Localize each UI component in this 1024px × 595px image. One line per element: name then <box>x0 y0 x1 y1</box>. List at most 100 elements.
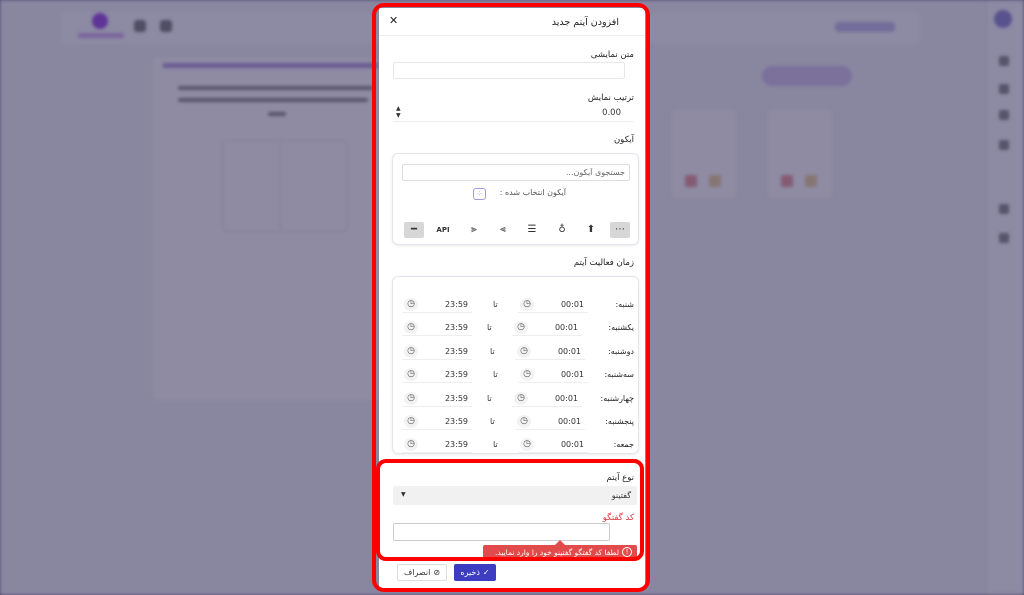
to-label: تا <box>487 323 492 333</box>
from-time-input[interactable]: ◷ 00:01 <box>512 390 582 407</box>
align-right-icon[interactable]: ⫸ <box>464 222 484 238</box>
schedule-row: چهارشنبه: ◷ 00:01 تا ◷ 23:59 <box>393 390 640 408</box>
clock-icon[interactable]: ◷ <box>404 344 418 358</box>
chat-code-error-text: لطفا کد گفتگو گفتینو خود را وارد نمایید. <box>495 548 619 557</box>
item-type-select[interactable]: ▼ گفتینو <box>393 486 637 505</box>
api-icon[interactable]: API <box>433 222 453 238</box>
bulb-icon[interactable]: ♁ <box>552 222 572 238</box>
from-time-input[interactable]: ◷ 00:01 <box>515 413 585 430</box>
to-time-value: 23:59 <box>444 323 468 333</box>
clock-icon[interactable]: ◷ <box>514 391 528 405</box>
day-label: سه‌شنبه: <box>604 370 634 380</box>
clock-icon[interactable]: ◷ <box>404 391 418 405</box>
from-time-input[interactable]: ◷ 00:01 <box>515 343 585 360</box>
schedule-row: پنجشنبه: ◷ 00:01 تا ◷ 23:59 <box>393 413 640 431</box>
icon-grid: ⋯ ⬆ ♁ ☰ ⫷ ⫸ API ━ <box>402 222 632 240</box>
ban-icon: ⊘ <box>433 568 441 577</box>
day-label: چهارشنبه: <box>600 393 634 403</box>
to-time-input[interactable]: ◷ 23:59 <box>402 436 472 454</box>
to-time-input[interactable]: ◷ 23:59 <box>402 366 472 384</box>
schedule-row: شنبه: ◷ 00:01 تا ◷ 23:59 <box>393 296 640 314</box>
to-time-value: 23:59 <box>444 440 468 450</box>
to-label: تا <box>490 346 495 356</box>
clock-icon[interactable]: ◷ <box>404 321 418 335</box>
icon-label: آیکون <box>613 135 634 145</box>
save-label: ذخیره <box>460 568 480 577</box>
day-label: دوشنبه: <box>608 346 634 356</box>
add-item-modal: افزودن آیتم جدید ✕ متن نمایشی ترتیب نمای… <box>379 8 645 588</box>
from-time-value: 00:01 <box>560 440 584 450</box>
from-time-input[interactable]: ◷ 00:01 <box>518 366 588 384</box>
to-label: تا <box>493 440 498 450</box>
clock-icon[interactable]: ◷ <box>517 415 531 428</box>
day-label: جمعه: <box>613 440 634 450</box>
from-time-value: 00:01 <box>560 300 584 309</box>
from-time-value: 00:01 <box>554 323 578 333</box>
item-type-label: نوع آیتم <box>606 473 634 483</box>
align-center-icon[interactable]: ☰ <box>522 222 542 238</box>
cloud-upload-icon[interactable]: ⬆ <box>581 222 601 238</box>
day-label: پنجشنبه: <box>605 417 634 426</box>
schedule-row: دوشنبه: ◷ 00:01 تا ◷ 23:59 <box>393 343 640 361</box>
minus-icon[interactable]: ━ <box>404 222 424 238</box>
clock-icon[interactable]: ◷ <box>404 368 418 382</box>
clock-icon[interactable]: ◷ <box>520 368 534 382</box>
check-icon: ✓ <box>482 568 490 577</box>
caret-down-icon: ▼ <box>401 491 406 498</box>
from-time-value: 00:01 <box>560 370 584 380</box>
from-time-value: 00:01 <box>554 393 578 403</box>
clock-icon[interactable]: ◷ <box>404 298 418 311</box>
schedule-row: یکشنبه: ◷ 00:01 تا ◷ 23:59 <box>393 319 640 337</box>
from-time-input[interactable]: ◷ 00:01 <box>518 296 588 313</box>
to-time-input[interactable]: ◷ 23:59 <box>402 319 472 337</box>
day-label: یکشنبه: <box>608 323 634 333</box>
chat-icon: ⁘ <box>473 188 486 200</box>
save-button[interactable]: ✓ذخیره <box>454 564 496 581</box>
modal-title: افزودن آیتم جدید <box>551 17 619 28</box>
selected-icon-label: آیکون انتخاب شده : <box>499 188 566 197</box>
to-time-value: 23:59 <box>444 346 468 356</box>
schedule-row: سه‌شنبه: ◷ 00:01 تا ◷ 23:59 <box>393 366 640 384</box>
schedule-row: جمعه: ◷ 00:01 تا ◷ 23:59 <box>393 436 640 454</box>
schedule-box: شنبه: ◷ 00:01 تا ◷ 23:59 یکشنبه: ◷ 00:01 تا ◷ 23:59… <box>392 276 639 454</box>
icon-search-input[interactable] <box>402 164 630 181</box>
clock-icon[interactable]: ◷ <box>404 438 418 452</box>
from-time-value: 00:01 <box>557 346 581 356</box>
from-time-input[interactable]: ◷ 00:01 <box>512 319 582 337</box>
to-label: تا <box>493 300 498 309</box>
to-time-input[interactable]: ◷ 23:59 <box>402 343 472 360</box>
display-text-input[interactable] <box>393 62 625 79</box>
to-time-value: 23:59 <box>444 393 468 403</box>
clock-icon[interactable]: ◷ <box>520 298 534 311</box>
to-label: تا <box>493 370 498 380</box>
to-time-input[interactable]: ◷ 23:59 <box>402 296 472 313</box>
display-order-value: 0.00 <box>602 108 621 118</box>
to-label: تا <box>490 417 495 426</box>
item-type-value: گفتینو <box>611 491 631 500</box>
schedule-label: زمان فعالیت آیتم <box>573 258 634 268</box>
day-label: شنبه: <box>615 300 634 309</box>
clock-icon[interactable]: ◷ <box>514 321 528 335</box>
display-order-input[interactable]: ▲ ▼ 0.00 <box>393 105 634 122</box>
to-time-input[interactable]: ◷ 23:59 <box>402 413 472 430</box>
from-time-value: 00:01 <box>557 417 581 426</box>
to-time-input[interactable]: ◷ 23:59 <box>402 390 472 407</box>
align-left-icon[interactable]: ⫷ <box>493 222 513 238</box>
icon-picker: آیکون انتخاب شده : ⁘ ⋯ ⬆ ♁ ☰ ⫷ ⫸ API ━ <box>392 153 639 245</box>
close-icon[interactable]: ✕ <box>389 14 398 27</box>
clock-icon[interactable]: ◷ <box>404 415 418 428</box>
cancel-label: انصراف <box>403 568 431 577</box>
alert-icon: ! <box>622 547 632 557</box>
modal-header: افزودن آیتم جدید ✕ <box>379 8 645 36</box>
clock-icon[interactable]: ◷ <box>520 438 534 452</box>
to-time-value: 23:59 <box>444 370 468 380</box>
display-text-label: متن نمایشی <box>590 50 634 60</box>
clock-icon[interactable]: ◷ <box>517 344 531 358</box>
cancel-button[interactable]: ⊘انصراف <box>397 564 447 581</box>
spinner-icon[interactable]: ▲ ▼ <box>396 105 401 119</box>
from-time-input[interactable]: ◷ 00:01 <box>518 436 588 454</box>
to-label: تا <box>487 393 492 403</box>
more-icon[interactable]: ⋯ <box>610 222 630 238</box>
to-time-value: 23:59 <box>444 300 468 309</box>
chat-code-input[interactable] <box>393 523 610 541</box>
